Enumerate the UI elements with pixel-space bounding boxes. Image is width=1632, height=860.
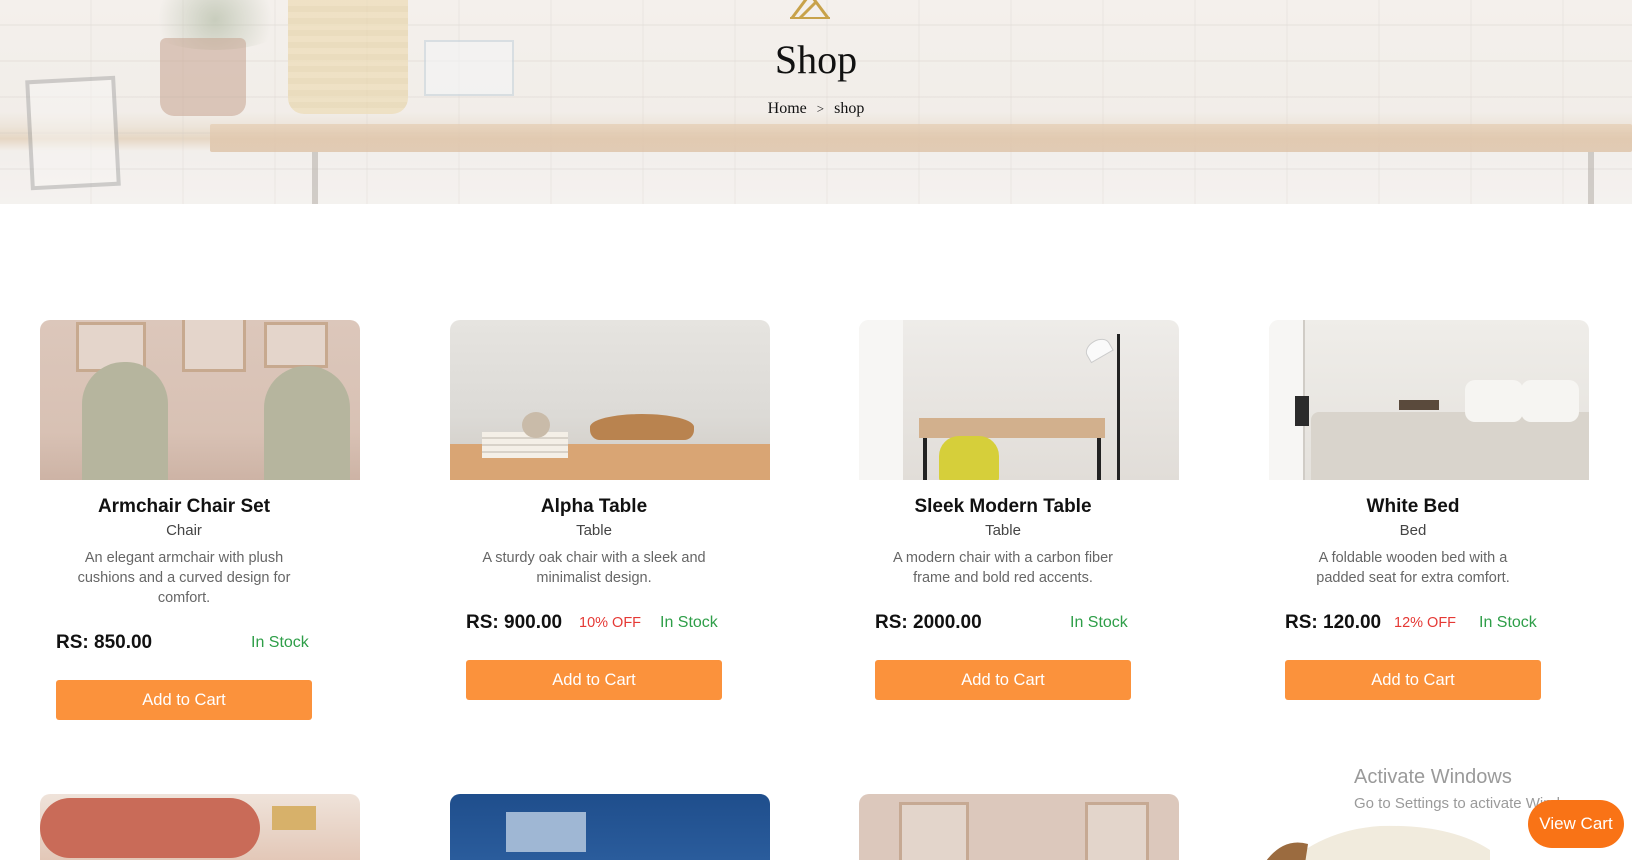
product-image[interactable] [1269, 320, 1589, 480]
product-image[interactable] [859, 320, 1179, 480]
brand-logo-icon [790, 0, 830, 20]
product-image[interactable] [40, 320, 360, 480]
product-name[interactable]: Armchair Chair Set [40, 496, 328, 518]
stock-status: In Stock [1479, 614, 1537, 631]
product-description: A foldable wooden bed with a padded seat… [1316, 550, 1510, 586]
stock-status: In Stock [1070, 614, 1128, 631]
product-price: RS: 900.00 [466, 612, 563, 633]
breadcrumb: Home > shop [0, 100, 1632, 118]
product-card: White Bed Bed A foldable wooden bed with… [1269, 320, 1589, 700]
product-image[interactable] [40, 794, 360, 860]
discount-badge: 10% OFF [579, 615, 642, 631]
product-description: A sturdy oak chair with a sleek and mini… [482, 550, 706, 586]
product-card: Alpha Table Table A sturdy oak chair wit… [450, 320, 770, 700]
product-card: Sleek Modern Table Table A modern chair … [859, 320, 1179, 700]
product-name[interactable]: Sleek Modern Table [859, 496, 1147, 518]
discount-badge: 12% OFF [1394, 615, 1457, 631]
view-cart-button[interactable]: View Cart [1528, 800, 1624, 848]
add-to-cart-button[interactable]: Add to Cart [56, 680, 312, 720]
product-price: RS: 120.00 [1285, 612, 1382, 633]
product-image[interactable] [1260, 810, 1500, 860]
chevron-right-icon: > [816, 101, 825, 117]
product-category: Chair [166, 522, 202, 539]
product-image[interactable] [450, 794, 770, 860]
add-to-cart-button[interactable]: Add to Cart [466, 660, 722, 700]
breadcrumb-home-link[interactable]: Home [768, 100, 807, 118]
watermark-title: Activate Windows [1354, 766, 1512, 788]
add-to-cart-button[interactable]: Add to Cart [875, 660, 1131, 700]
product-name[interactable]: White Bed [1269, 496, 1557, 518]
breadcrumb-current: shop [834, 100, 865, 118]
page-title: Shop [774, 37, 858, 82]
product-name[interactable]: Alpha Table [450, 496, 738, 518]
product-price: RS: 2000.00 [875, 612, 982, 633]
add-to-cart-button[interactable]: Add to Cart [1285, 660, 1541, 700]
product-category: Table [985, 522, 1021, 539]
stock-status: In Stock [660, 614, 718, 631]
product-card: Armchair Chair Set Chair An elegant armc… [40, 320, 360, 720]
product-description: An elegant armchair with plush cushions … [77, 550, 291, 606]
product-image[interactable] [859, 794, 1179, 860]
product-price: RS: 850.00 [56, 632, 153, 653]
product-image[interactable] [450, 320, 770, 480]
product-description: A modern chair with a carbon fiber frame… [892, 550, 1114, 586]
product-category: Bed [1399, 522, 1427, 539]
stock-status: In Stock [251, 634, 309, 651]
shop-hero-banner: Shop Home > shop [0, 0, 1632, 204]
product-category: Table [576, 522, 612, 539]
